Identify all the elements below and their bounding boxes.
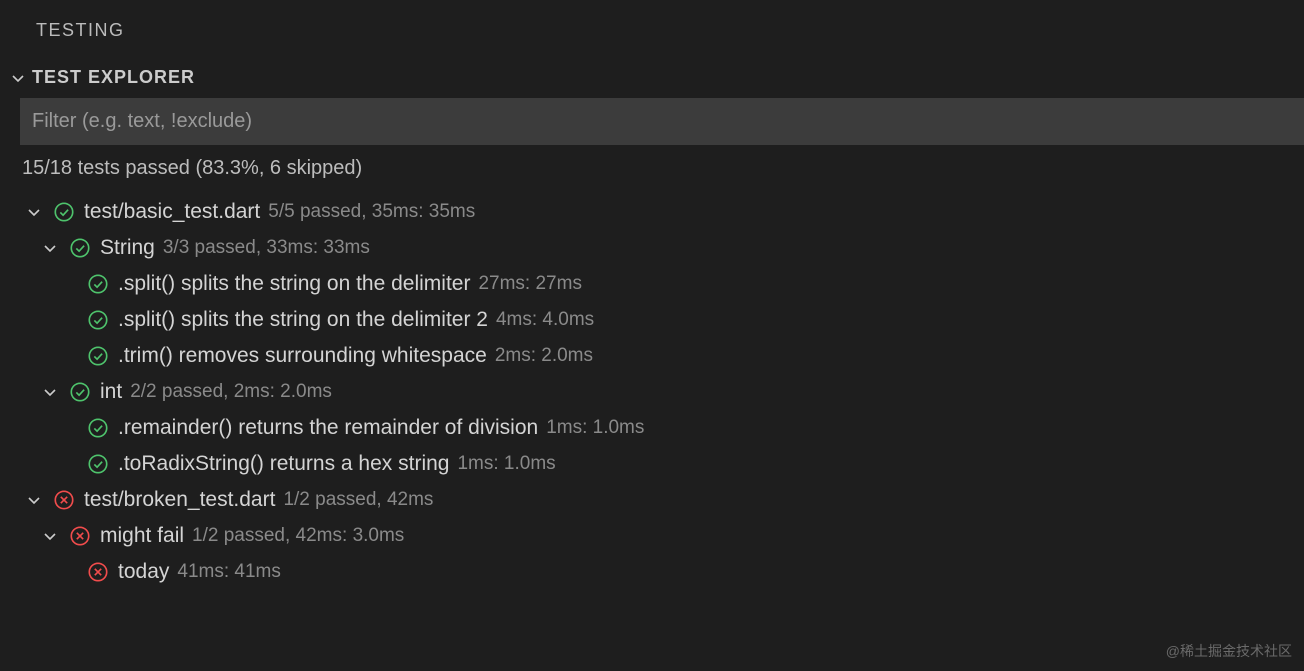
test-node[interactable]: test/basic_test.dart 5/5 passed, 35ms: 35… (0, 194, 1304, 230)
test-node[interactable]: .trim() removes surrounding whitespace 2m… (0, 338, 1304, 374)
pass-icon (52, 200, 76, 224)
test-meta: 5/5 passed, 35ms: 35ms (268, 201, 475, 223)
chevron-down-icon[interactable] (24, 490, 44, 510)
test-meta: 1/2 passed, 42ms: 3.0ms (192, 525, 404, 547)
chevron-down-icon[interactable] (24, 202, 44, 222)
test-node[interactable]: String 3/3 passed, 33ms: 33ms (0, 230, 1304, 266)
test-label: test/basic_test.dart (84, 200, 260, 224)
test-meta: 4ms: 4.0ms (496, 309, 594, 331)
watermark: @稀土掘金技术社区 (1166, 641, 1292, 661)
fail-icon (86, 560, 110, 584)
test-meta: 2/2 passed, 2ms: 2.0ms (130, 381, 332, 403)
test-label: .split() splits the string on the delimi… (118, 308, 488, 332)
test-label: .remainder() returns the remainder of di… (118, 416, 538, 440)
test-label: .trim() removes surrounding whitespace (118, 344, 487, 368)
test-meta: 41ms: 41ms (177, 561, 280, 583)
fail-icon (68, 524, 92, 548)
test-node[interactable]: .split() splits the string on the delimi… (0, 302, 1304, 338)
test-label: .toRadixString() returns a hex string (118, 452, 449, 476)
test-label: String (100, 236, 155, 260)
test-meta: 27ms: 27ms (478, 273, 581, 295)
test-summary: 15/18 tests passed (83.3%, 6 skipped) (0, 145, 1304, 194)
test-label: int (100, 380, 122, 404)
test-node[interactable]: today 41ms: 41ms (0, 554, 1304, 590)
section-title: TEST EXPLORER (32, 67, 195, 88)
test-node[interactable]: might fail 1/2 passed, 42ms: 3.0ms (0, 518, 1304, 554)
chevron-down-icon[interactable] (40, 382, 60, 402)
pass-icon (86, 308, 110, 332)
test-node[interactable]: .toRadixString() returns a hex string 1ms… (0, 446, 1304, 482)
test-meta: 2ms: 2.0ms (495, 345, 593, 367)
test-node[interactable]: test/broken_test.dart 1/2 passed, 42ms (0, 482, 1304, 518)
pass-icon (68, 380, 92, 404)
filter-input[interactable] (20, 98, 1304, 145)
test-label: .split() splits the string on the delimi… (118, 272, 470, 296)
test-label: might fail (100, 524, 184, 548)
test-meta: 1ms: 1.0ms (546, 417, 644, 439)
pass-icon (86, 452, 110, 476)
test-meta: 3/3 passed, 33ms: 33ms (163, 237, 370, 259)
test-meta: 1ms: 1.0ms (457, 453, 555, 475)
test-node[interactable]: .remainder() returns the remainder of di… (0, 410, 1304, 446)
test-label: test/broken_test.dart (84, 488, 275, 512)
pass-icon (68, 236, 92, 260)
fail-icon (52, 488, 76, 512)
test-meta: 1/2 passed, 42ms (283, 489, 433, 511)
pass-icon (86, 272, 110, 296)
chevron-down-icon[interactable] (40, 238, 60, 258)
section-header[interactable]: TEST EXPLORER (0, 61, 1304, 98)
test-label: today (118, 560, 169, 584)
test-tree: test/basic_test.dart 5/5 passed, 35ms: 35… (0, 194, 1304, 590)
panel-title: TESTING (0, 0, 1304, 61)
chevron-down-icon (8, 68, 28, 88)
chevron-down-icon[interactable] (40, 526, 60, 546)
pass-icon (86, 416, 110, 440)
test-node[interactable]: .split() splits the string on the delimi… (0, 266, 1304, 302)
pass-icon (86, 344, 110, 368)
test-node[interactable]: int 2/2 passed, 2ms: 2.0ms (0, 374, 1304, 410)
